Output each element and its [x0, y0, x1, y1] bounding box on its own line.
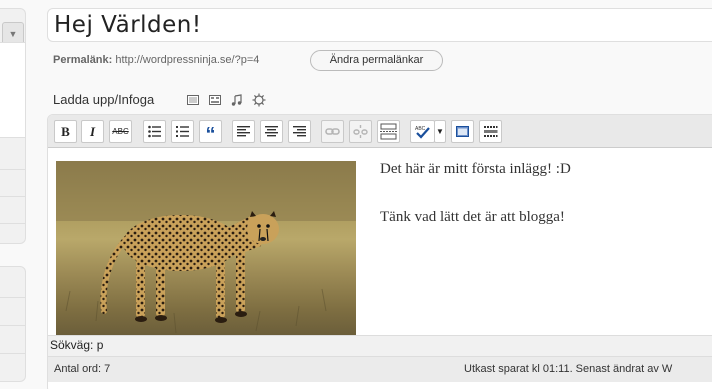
post-title-input[interactable]: Hej Världen!	[54, 12, 202, 38]
fullscreen-button[interactable]	[451, 120, 474, 143]
bold-button[interactable]: B	[54, 120, 77, 143]
sidebar-panel-content	[0, 42, 25, 138]
change-permalinks-button[interactable]: Ändra permalänkar	[310, 50, 443, 71]
post-title-field[interactable]: Hej Världen!	[47, 8, 712, 42]
unlink-button[interactable]	[349, 120, 372, 143]
permalink-row: Permalänk: http://wordpressninja.se/?p=4	[53, 54, 259, 66]
divider	[0, 297, 25, 298]
permalink-url[interactable]: http://wordpressninja.se/?p=4	[115, 54, 259, 66]
sidebar-panel-top: ▼	[0, 8, 26, 244]
permalink-label: Permalänk:	[53, 54, 113, 66]
bullet-list-icon	[148, 125, 161, 138]
spellcheck-button[interactable]: ABC	[410, 120, 435, 143]
kitchen-sink-button[interactable]	[479, 120, 502, 143]
divider	[0, 325, 25, 326]
align-center-button[interactable]	[260, 120, 283, 143]
numbered-list-icon	[176, 126, 189, 137]
align-left-button[interactable]	[232, 120, 255, 143]
spellcheck-icon: ABC	[415, 126, 430, 139]
more-tag-icon	[380, 123, 397, 140]
post-editor: B I ABC “ ABC ▼ Det här är mitt första i…	[47, 114, 712, 389]
image-icon[interactable]	[186, 93, 200, 107]
content-paragraph: Tänk vad lätt det är att blogga!	[380, 209, 565, 225]
spellcheck-dropdown[interactable]: ▼	[434, 120, 446, 143]
sidebar-panel-bottom	[0, 266, 26, 382]
cheetah-illustration	[56, 161, 356, 334]
audio-icon[interactable]	[230, 93, 244, 107]
link-button[interactable]	[321, 120, 344, 143]
divider	[0, 169, 25, 170]
left-sidebar: ▼	[0, 0, 26, 389]
element-path: Sökväg: p	[50, 338, 104, 352]
video-icon[interactable]	[208, 93, 222, 107]
unlink-icon	[353, 125, 368, 138]
align-right-icon	[293, 126, 306, 137]
insert-more-button[interactable]	[377, 120, 400, 143]
align-left-icon	[237, 126, 250, 137]
word-count: Antal ord: 7	[54, 363, 111, 375]
media-icon[interactable]	[252, 93, 266, 107]
divider	[0, 196, 25, 197]
editor-status-bar: Antal ord: 7 Utkast sparat kl 01:11. Sen…	[48, 356, 712, 382]
kitchen-sink-icon	[484, 126, 498, 137]
content-paragraph: Det här är mitt första inlägg! :D	[380, 161, 571, 177]
fullscreen-icon	[456, 126, 469, 137]
italic-button[interactable]: I	[81, 120, 104, 143]
svg-text:ABC: ABC	[415, 126, 426, 132]
media-buttons	[186, 93, 266, 107]
strikethrough-button[interactable]: ABC	[109, 120, 132, 143]
cheetah-image[interactable]	[56, 161, 356, 335]
chevron-down-icon: ▼	[436, 127, 444, 136]
unordered-list-button[interactable]	[143, 120, 166, 143]
divider	[0, 223, 25, 224]
editor-content-area[interactable]: Det här är mitt första inlägg! :D Tänk v…	[48, 149, 712, 335]
blockquote-button[interactable]: “	[199, 120, 222, 146]
editor-toolbar: B I ABC “ ABC ▼	[48, 115, 712, 148]
draft-saved-status: Utkast sparat kl 01:11. Senast ändrat av…	[464, 363, 673, 375]
link-icon	[325, 128, 340, 135]
divider	[0, 353, 25, 354]
upload-insert-label: Ladda upp/Infoga	[53, 92, 155, 107]
align-center-icon	[265, 126, 278, 137]
align-right-button[interactable]	[288, 120, 311, 143]
blockquote-icon: “	[205, 124, 216, 146]
ordered-list-button[interactable]	[171, 120, 194, 143]
element-path-bar: Sökväg: p	[48, 335, 712, 357]
